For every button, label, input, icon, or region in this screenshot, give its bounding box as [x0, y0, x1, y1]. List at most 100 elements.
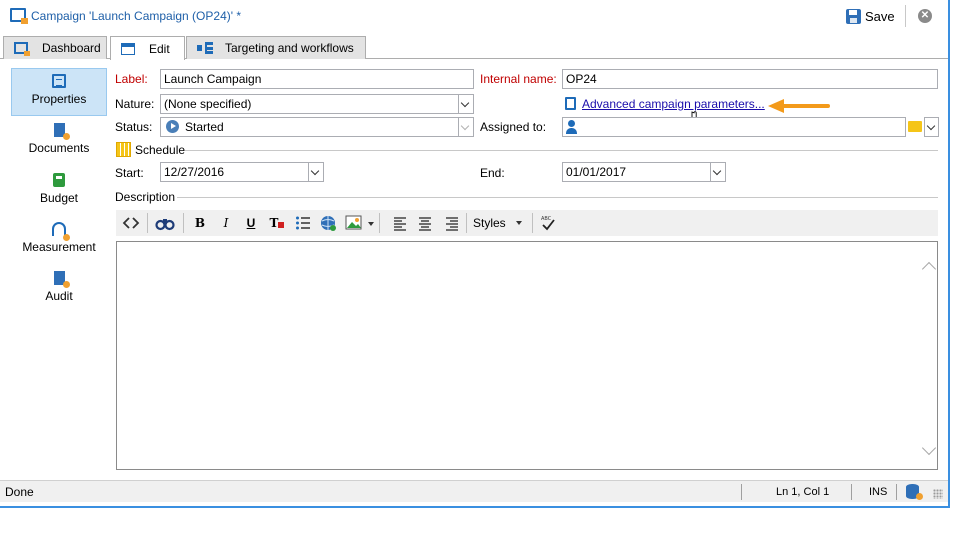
sidebar-item-audit[interactable]: Audit	[11, 266, 107, 314]
sidebar-item-budget[interactable]: Budget	[11, 168, 107, 216]
chevron-down-icon[interactable]	[458, 95, 473, 113]
sidebar-item-label: Measurement	[22, 240, 96, 254]
end-value: 01/01/2017	[566, 165, 627, 179]
audit-icon	[53, 271, 70, 288]
sidebar: Properties Documents Budget Measurement …	[6, 64, 108, 472]
nature-value: (None specified)	[164, 97, 252, 111]
insert-mode: INS	[869, 486, 888, 498]
label-caption: Label:	[115, 72, 148, 86]
sidebar-item-label: Documents	[28, 141, 90, 155]
nature-caption: Nature:	[115, 97, 155, 111]
tab-bar: Dashboard Edit Targeting and workflows	[0, 32, 948, 60]
end-caption: End:	[480, 166, 505, 180]
spellcheck-icon[interactable]: ABC	[539, 213, 557, 233]
window-title: Campaign 'Launch Campaign (OP24)' *	[31, 9, 242, 23]
underline-button[interactable]: U	[242, 213, 260, 233]
tab-edit[interactable]: Edit	[110, 36, 185, 60]
schedule-divider	[185, 150, 938, 151]
toolbar-separator	[532, 213, 533, 233]
title-separator	[905, 5, 906, 27]
workflow-icon	[197, 42, 213, 54]
status-value: Started	[185, 120, 224, 134]
status-select: Started	[160, 117, 474, 137]
start-caption: Start:	[115, 166, 144, 180]
chevron-down-icon	[925, 118, 938, 136]
save-icon	[846, 8, 861, 24]
align-right-icon[interactable]	[443, 213, 461, 233]
resize-grip-icon[interactable]	[933, 489, 943, 499]
dashboard-icon	[14, 42, 30, 56]
chevron-down-icon	[515, 221, 522, 225]
sidebar-item-label: Audit	[45, 289, 73, 303]
tab-label: Edit	[149, 41, 170, 56]
folder-icon[interactable]	[908, 121, 922, 132]
title-bar: Campaign 'Launch Campaign (OP24)' * Save…	[0, 0, 948, 32]
image-caret-icon[interactable]	[368, 222, 374, 226]
properties-icon	[52, 74, 66, 88]
styles-dropdown[interactable]: Styles	[473, 213, 529, 233]
image-icon[interactable]	[345, 213, 363, 233]
status-bar: Done Ln 1, Col 1 INS	[0, 480, 948, 502]
styles-label: Styles	[473, 216, 506, 230]
sidebar-item-properties[interactable]: Properties	[11, 68, 107, 116]
advanced-campaign-parameters-link[interactable]: Advanced campaign parameters...	[582, 97, 765, 111]
italic-button[interactable]: I	[217, 213, 235, 233]
user-icon	[566, 120, 577, 134]
scroll-down-icon[interactable]	[921, 440, 937, 456]
toolbar-separator	[147, 213, 148, 233]
tab-dashboard[interactable]: Dashboard	[3, 36, 107, 59]
campaign-window: Campaign 'Launch Campaign (OP24)' * Save…	[0, 0, 950, 508]
start-date-field[interactable]: 12/27/2016	[160, 162, 324, 182]
align-left-icon[interactable]	[391, 213, 409, 233]
toolbar-separator	[466, 213, 467, 233]
globe-link-icon[interactable]	[319, 213, 337, 233]
statusbar-separator	[741, 484, 742, 500]
chevron-down-icon	[458, 118, 473, 136]
cursor-position: Ln 1, Col 1	[776, 486, 830, 498]
tab-targeting-workflows[interactable]: Targeting and workflows	[186, 36, 366, 59]
assigned-to-input[interactable]	[562, 117, 906, 137]
color-swatch-icon	[278, 222, 285, 228]
status-caption: Status:	[115, 120, 153, 134]
nature-select[interactable]: (None specified)	[160, 94, 474, 114]
assigned-caption: Assigned to:	[480, 120, 547, 134]
close-button[interactable]: ✕	[918, 9, 932, 23]
text-color-button[interactable]: T	[268, 213, 286, 233]
save-button[interactable]: Save	[846, 7, 895, 25]
assigned-dropdown[interactable]	[924, 117, 939, 137]
clipboard-icon	[565, 97, 576, 110]
description-editor[interactable]	[116, 241, 938, 470]
description-divider	[177, 197, 938, 198]
sidebar-item-measurement[interactable]: Measurement	[11, 217, 107, 265]
calendar-icon	[116, 142, 131, 157]
source-code-icon[interactable]	[122, 213, 140, 233]
annotation-arrow	[782, 104, 830, 108]
label-input[interactable]: Launch Campaign	[160, 69, 474, 89]
play-status-icon	[166, 120, 179, 133]
svg-text:ABC: ABC	[541, 216, 552, 222]
tab-label: Targeting and workflows	[225, 41, 354, 55]
scroll-up-icon[interactable]	[921, 261, 937, 277]
binoculars-icon[interactable]	[155, 213, 175, 233]
edit-icon	[121, 42, 135, 55]
end-date-field[interactable]: 01/01/2017	[562, 162, 726, 182]
sidebar-item-documents[interactable]: Documents	[11, 118, 107, 166]
toolbar-separator	[379, 213, 380, 233]
statusbar-separator	[851, 484, 852, 500]
bullet-list-icon[interactable]	[294, 213, 312, 233]
chevron-down-icon[interactable]	[308, 163, 323, 181]
align-center-icon[interactable]	[416, 213, 434, 233]
measurement-icon	[52, 222, 70, 241]
chevron-down-icon[interactable]	[710, 163, 725, 181]
database-icon	[906, 484, 923, 500]
schedule-heading: Schedule	[135, 143, 186, 157]
sidebar-item-label: Budget	[39, 191, 79, 205]
bold-button[interactable]: B	[191, 213, 209, 233]
start-value: 12/27/2016	[164, 165, 225, 179]
internal-name-input[interactable]: OP24	[562, 69, 938, 89]
toolbar-separator	[183, 213, 184, 233]
sidebar-item-label: Properties	[31, 92, 87, 106]
campaign-icon	[10, 8, 28, 24]
save-label: Save	[865, 8, 895, 24]
editor-toolbar: B I U T Styles ABC	[116, 210, 938, 236]
